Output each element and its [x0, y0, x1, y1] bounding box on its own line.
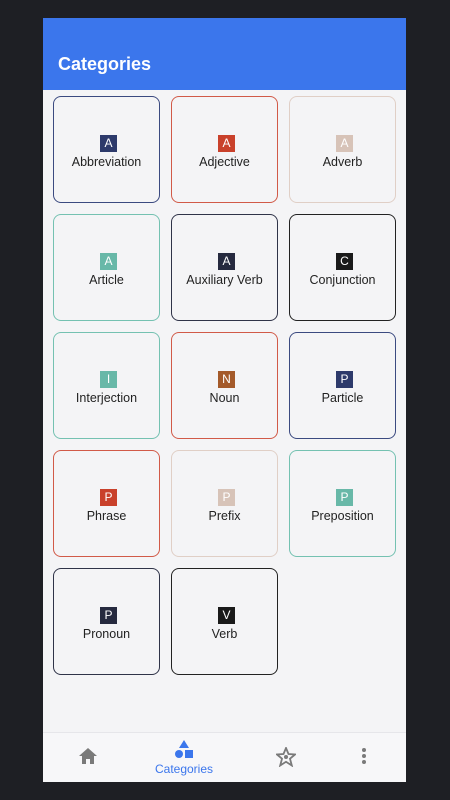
category-badge: A: [100, 253, 117, 270]
category-badge: P: [100, 489, 117, 506]
home-icon: [79, 748, 97, 764]
nav-categories[interactable]: Categories: [139, 733, 229, 782]
nav-home[interactable]: [43, 733, 133, 782]
category-label: Prefix: [208, 509, 241, 523]
category-card[interactable]: P Phrase: [53, 450, 160, 557]
category-card[interactable]: A Article: [53, 214, 160, 321]
category-label: Auxiliary Verb: [186, 273, 263, 287]
category-card[interactable]: P Particle: [289, 332, 396, 439]
category-badge: I: [100, 371, 117, 388]
category-badge: V: [218, 607, 235, 624]
category-badge: A: [218, 253, 235, 270]
category-card[interactable]: C Conjunction: [289, 214, 396, 321]
category-card[interactable]: V Verb: [171, 568, 278, 675]
category-badge: A: [100, 135, 117, 152]
category-label: Conjunction: [309, 273, 376, 287]
category-label: Abbreviation: [71, 155, 142, 169]
nav-categories-label: Categories: [154, 762, 214, 776]
category-card[interactable]: P Pronoun: [53, 568, 160, 675]
category-label: Particle: [321, 391, 364, 405]
category-card[interactable]: A Adjective: [171, 96, 278, 203]
page-title: Categories: [58, 54, 152, 74]
app-screen: Categories A Abbreviation A Adjective A Adver…: [43, 18, 406, 782]
category-card[interactable]: A Auxiliary Verb: [171, 214, 278, 321]
category-card[interactable]: P Prefix: [171, 450, 278, 557]
category-card[interactable]: A Abbreviation: [53, 96, 160, 203]
category-badge: P: [218, 489, 235, 506]
category-label: Interjection: [75, 391, 138, 405]
category-badge: C: [336, 253, 353, 270]
category-label: Adverb: [322, 155, 363, 169]
more-vert-icon: [362, 748, 366, 764]
category-card[interactable]: A Adverb: [289, 96, 396, 203]
category-badge: A: [336, 135, 353, 152]
category-card[interactable]: I Interjection: [53, 332, 160, 439]
category-label: Phrase: [86, 509, 127, 523]
sparkle-star-icon: [276, 747, 296, 767]
category-badge: P: [336, 371, 353, 388]
category-label: Verb: [211, 627, 238, 641]
category-label: Adjective: [199, 155, 250, 169]
category-label: Article: [89, 273, 124, 287]
category-label: Pronoun: [82, 627, 131, 641]
category-badge: A: [218, 135, 235, 152]
app-bar: Categories: [43, 18, 406, 90]
category-card[interactable]: N Noun: [171, 332, 278, 439]
shapes-icon: [175, 740, 193, 758]
category-card[interactable]: P Preposition: [289, 450, 396, 557]
category-badge: P: [336, 489, 353, 506]
category-badge: P: [100, 607, 117, 624]
category-label: Preposition: [311, 509, 374, 523]
category-label: Noun: [209, 391, 240, 405]
nav-favorites[interactable]: [241, 733, 331, 782]
category-badge: N: [218, 371, 235, 388]
nav-more[interactable]: [319, 733, 406, 782]
bottom-navigation: Categories: [43, 732, 406, 782]
